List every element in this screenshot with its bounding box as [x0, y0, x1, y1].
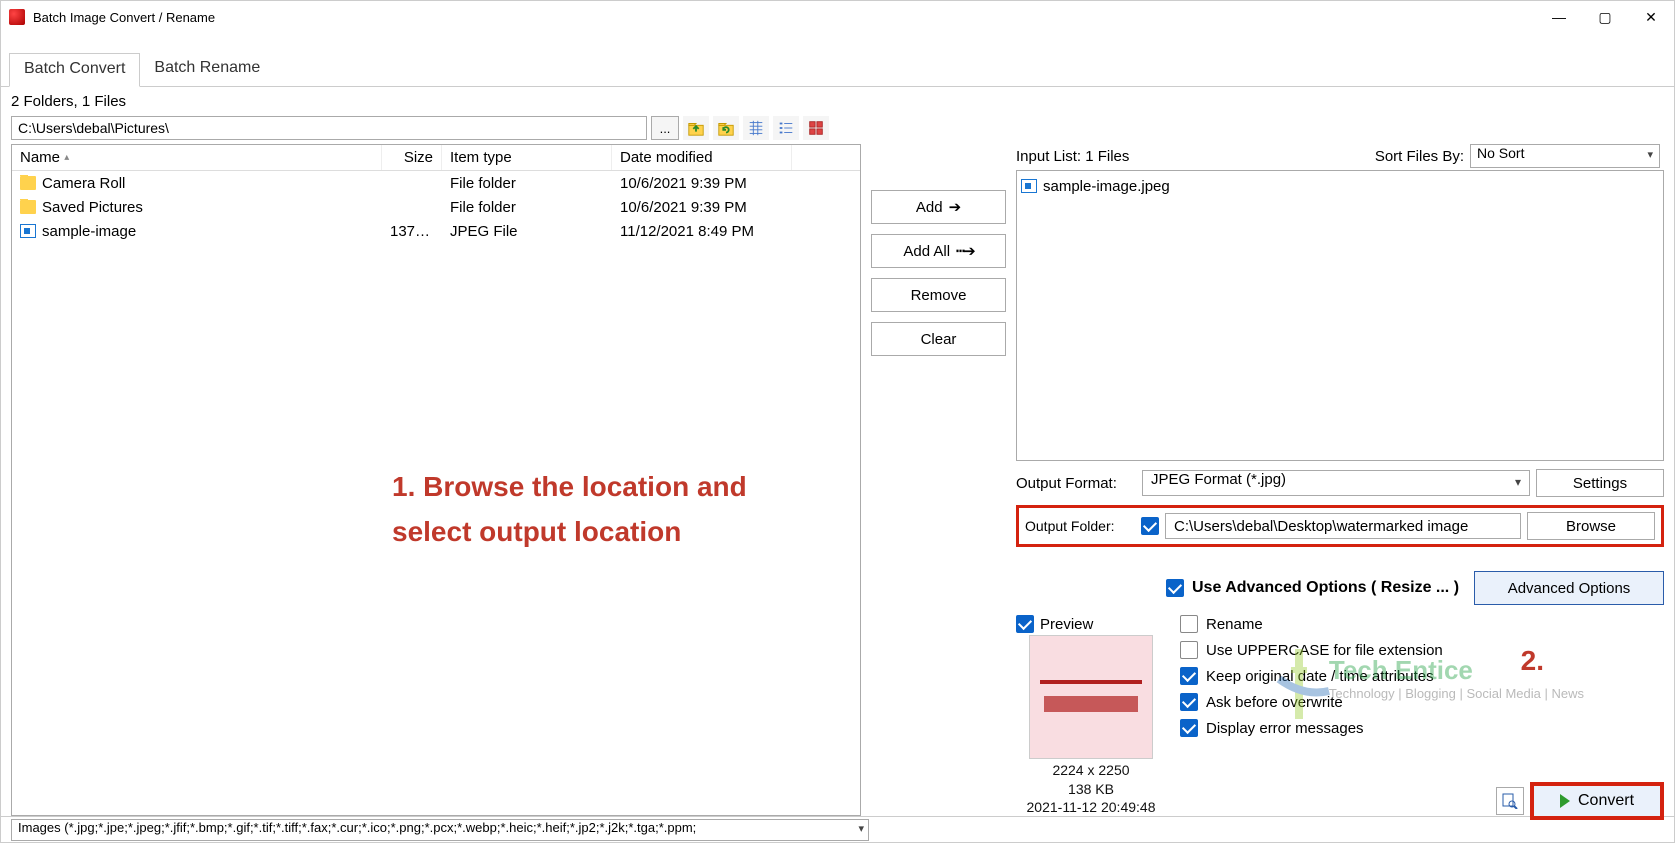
sort-files-by-select[interactable]: No Sort — [1470, 144, 1660, 168]
preview-meta: 2224 x 2250 138 KB 2021-11-12 20:49:48 — [1016, 761, 1166, 816]
rename-checkbox[interactable] — [1180, 615, 1198, 633]
output-folder-label: Output Folder: — [1025, 518, 1135, 534]
close-button[interactable]: ✕ — [1628, 1, 1674, 33]
file-table[interactable]: Name ▴ Size Item type Date modified Came… — [11, 144, 861, 816]
uppercase-checkbox[interactable] — [1180, 641, 1198, 659]
tab-batch-convert[interactable]: Batch Convert — [9, 53, 140, 87]
file-table-header: Name ▴ Size Item type Date modified — [12, 145, 860, 171]
settings-button[interactable]: Settings — [1536, 469, 1664, 497]
preview-label: Preview — [1040, 616, 1093, 633]
refresh-icon[interactable] — [713, 116, 739, 140]
col-name[interactable]: Name ▴ — [12, 145, 382, 170]
view-list-icon[interactable] — [773, 116, 799, 140]
output-folder-row: Output Folder: C:\Users\debal\Desktop\wa… — [1016, 505, 1664, 547]
preview-thumbnail[interactable] — [1029, 635, 1153, 759]
options-checkboxes: Rename Use UPPERCASE for file extension … — [1180, 615, 1443, 737]
output-format-select[interactable]: JPEG Format (*.jpg) — [1142, 470, 1530, 496]
col-item-type[interactable]: Item type — [442, 145, 612, 170]
transfer-buttons: Add➔ Add All┅➔ Remove Clear — [861, 144, 1016, 816]
up-folder-icon[interactable] — [683, 116, 709, 140]
play-icon — [1560, 794, 1570, 808]
zoom-to-fit-button[interactable] — [1496, 787, 1524, 815]
display-errors-checkbox[interactable] — [1180, 719, 1198, 737]
window-title: Batch Image Convert / Rename — [33, 10, 215, 25]
view-thumbnails-icon[interactable] — [803, 116, 829, 140]
window-controls: — ▢ ✕ — [1536, 1, 1674, 33]
use-advanced-options-checkbox[interactable] — [1166, 579, 1184, 597]
folder-summary: 2 Folders, 1 Files — [1, 87, 1674, 116]
sort-files-by-label: Sort Files By: — [1375, 148, 1464, 165]
input-list[interactable]: sample-image.jpeg — [1016, 170, 1664, 461]
convert-button[interactable]: Convert — [1530, 782, 1664, 820]
remove-button[interactable]: Remove — [871, 278, 1006, 312]
image-file-icon — [20, 224, 36, 238]
list-item[interactable]: sample-image.jpeg — [1021, 175, 1659, 197]
output-format-label: Output Format: — [1016, 475, 1136, 492]
explorer-pane: Name ▴ Size Item type Date modified Came… — [1, 144, 861, 816]
path-input[interactable] — [11, 116, 647, 140]
folder-icon — [20, 200, 36, 214]
annotation-step-1: 1. Browse the location andselect output … — [392, 465, 747, 555]
table-row[interactable]: Saved PicturesFile folder10/6/2021 9:39 … — [12, 195, 860, 219]
ask-overwrite-checkbox[interactable] — [1180, 693, 1198, 711]
app-window: Batch Image Convert / Rename — ▢ ✕ Batch… — [0, 0, 1675, 843]
table-row[interactable]: Camera RollFile folder10/6/2021 9:39 PM — [12, 171, 860, 195]
input-list-label: Input List: 1 Files — [1016, 148, 1129, 165]
app-icon — [9, 9, 25, 25]
advanced-options-button[interactable]: Advanced Options — [1474, 571, 1664, 605]
use-advanced-options-label: Use Advanced Options ( Resize ... ) — [1192, 579, 1459, 597]
col-size[interactable]: Size — [382, 145, 442, 170]
output-folder-checkbox[interactable] — [1141, 517, 1159, 535]
preview-checkbox[interactable] — [1016, 615, 1034, 633]
status-bar: Images (*.jpg;*.jpe;*.jpeg;*.jfif;*.bmp;… — [1, 816, 1674, 842]
output-folder-input[interactable]: C:\Users\debal\Desktop\watermarked image — [1165, 513, 1521, 539]
add-button[interactable]: Add➔ — [871, 190, 1006, 224]
folder-icon — [20, 176, 36, 190]
annotation-step-2: 2. — [1521, 645, 1544, 677]
tab-bar: Batch Convert Batch Rename — [1, 53, 1674, 87]
right-pane: Input List: 1 Files Sort Files By: No So… — [1016, 144, 1674, 816]
maximize-button[interactable]: ▢ — [1582, 1, 1628, 33]
image-file-icon — [1021, 179, 1037, 193]
add-all-button[interactable]: Add All┅➔ — [871, 234, 1006, 268]
path-browse-button[interactable]: ... — [651, 116, 679, 140]
file-type-filter-select[interactable]: Images (*.jpg;*.jpe;*.jpeg;*.jfif;*.bmp;… — [11, 819, 869, 841]
titlebar: Batch Image Convert / Rename — ▢ ✕ — [1, 1, 1674, 33]
tab-batch-rename[interactable]: Batch Rename — [140, 53, 274, 86]
path-row: ... — [1, 116, 1674, 144]
table-row[interactable]: sample-image137 KBJPEG File11/12/2021 8:… — [12, 219, 860, 243]
minimize-button[interactable]: — — [1536, 1, 1582, 33]
col-date-modified[interactable]: Date modified — [612, 145, 792, 170]
view-details-icon[interactable] — [743, 116, 769, 140]
clear-button[interactable]: Clear — [871, 322, 1006, 356]
keep-date-checkbox[interactable] — [1180, 667, 1198, 685]
browse-button[interactable]: Browse — [1527, 512, 1655, 540]
